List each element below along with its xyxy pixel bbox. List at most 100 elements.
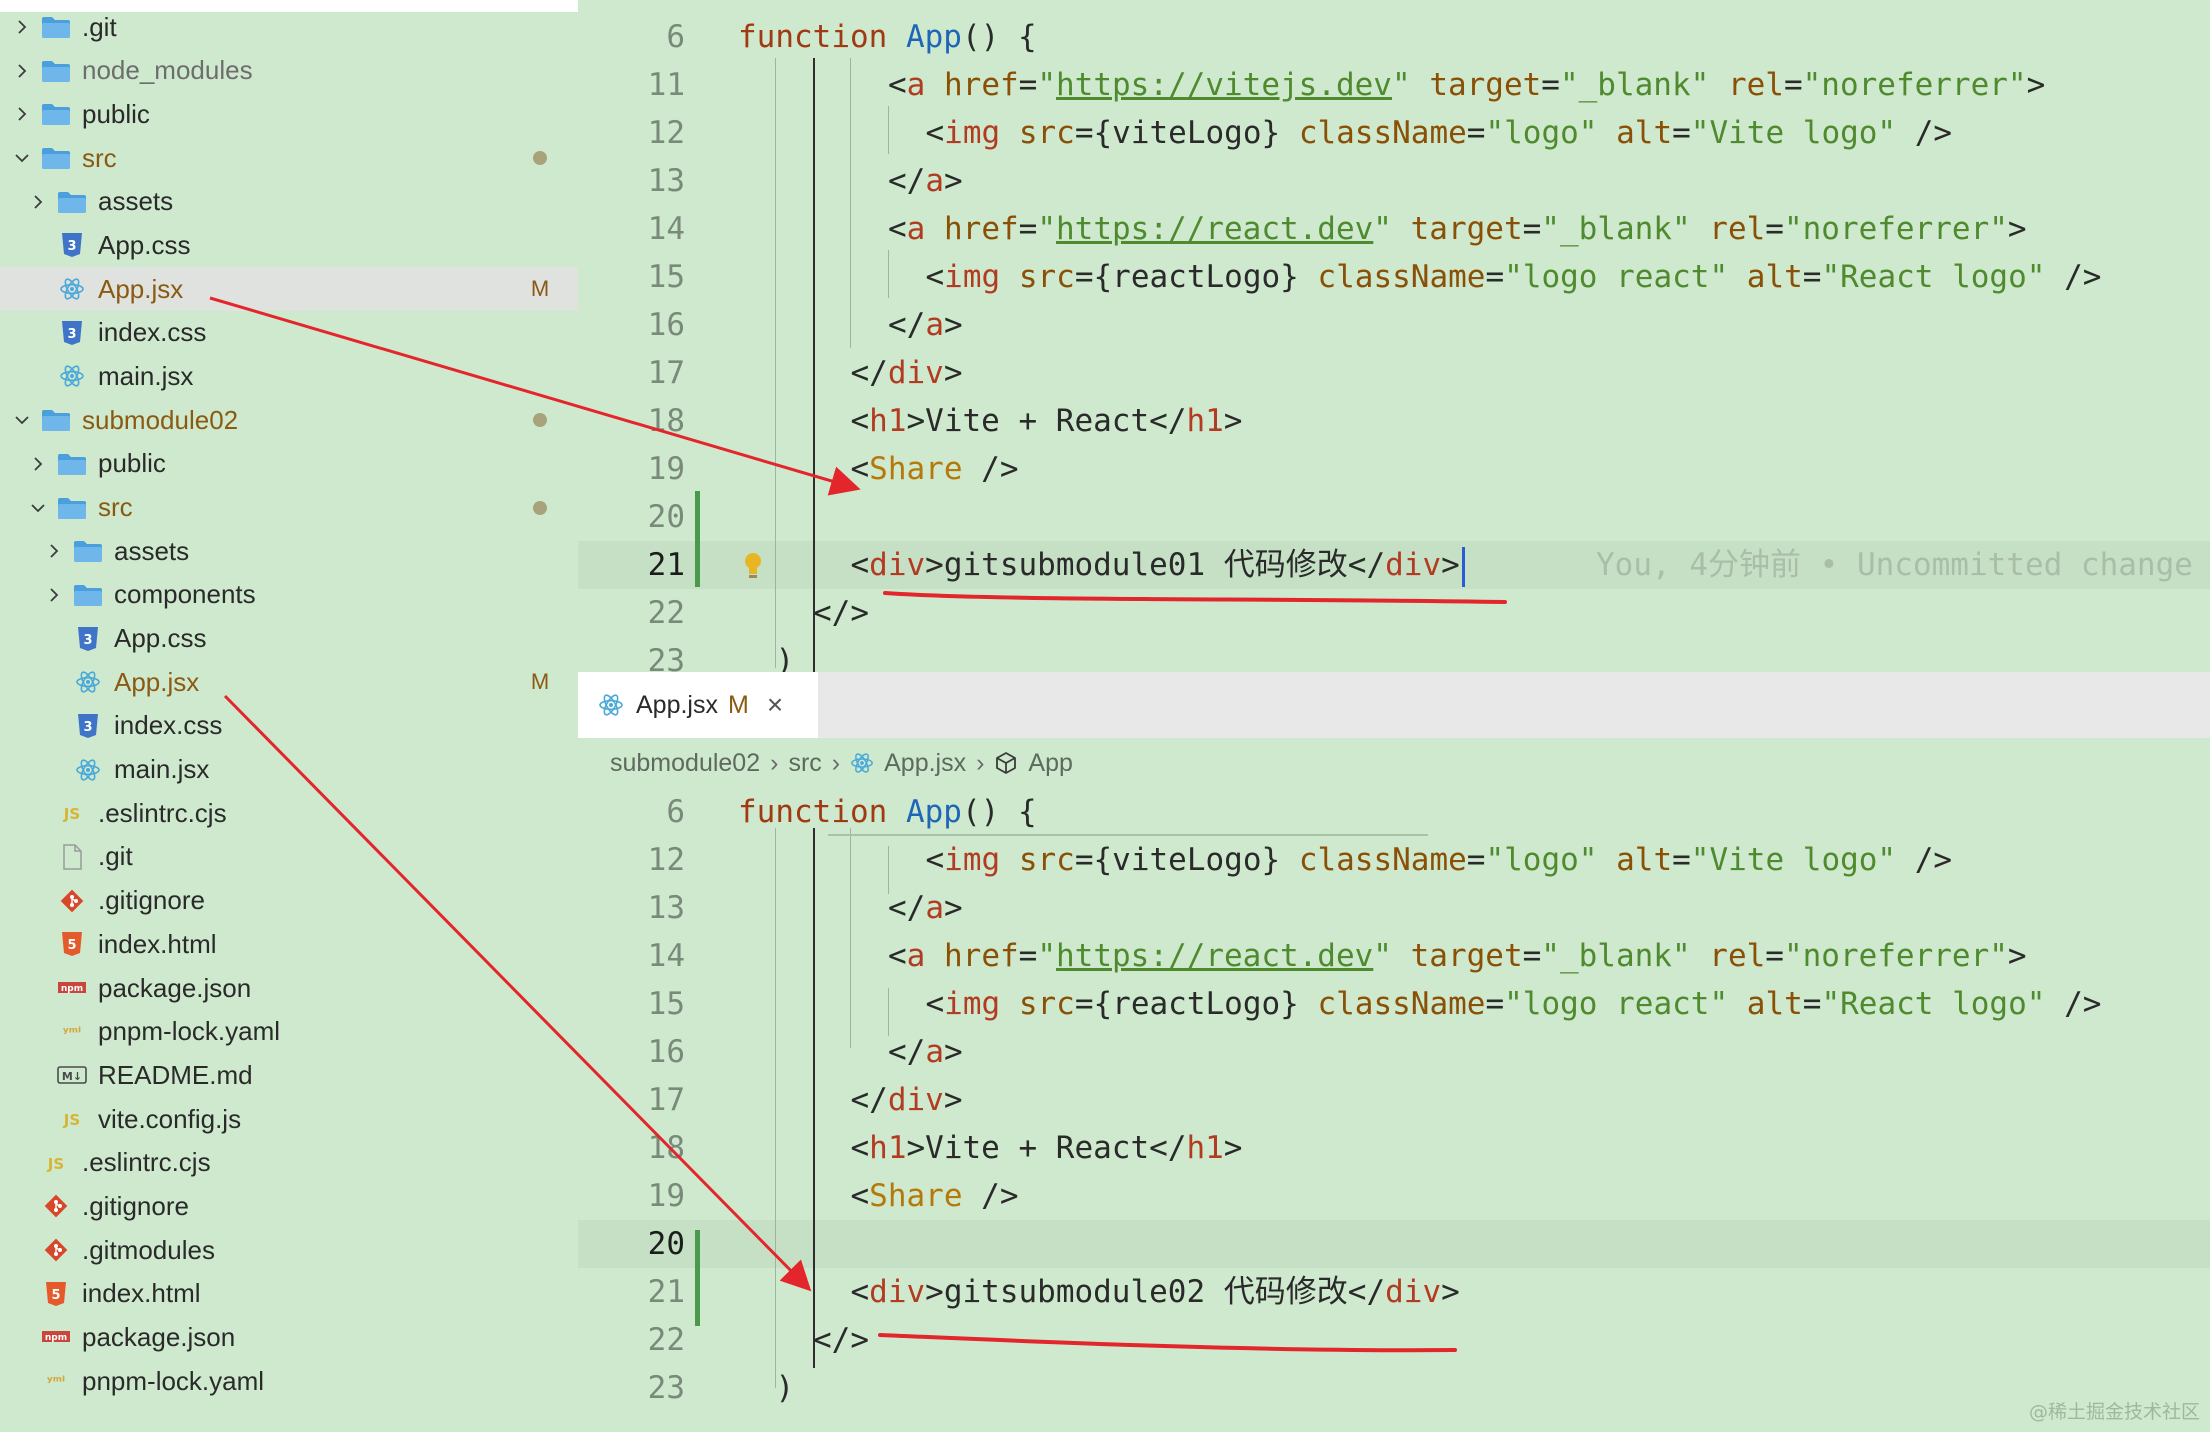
code-line[interactable]: 22 </> — [578, 1316, 2210, 1364]
code-token: /> — [1896, 115, 1953, 151]
code-line[interactable]: 16 </a> — [578, 1028, 2210, 1076]
code-token: h1 — [869, 403, 907, 439]
tree-file-readme-md[interactable]: M↓ README.md — [0, 1053, 578, 1097]
tree-file-gitignore[interactable]: .gitignore — [0, 879, 578, 923]
code-line[interactable]: 12 <img src={viteLogo} className="logo" a… — [578, 109, 2210, 157]
tree-folder-submodule02[interactable]: submodule02 — [0, 398, 578, 442]
code-line[interactable]: 20 — [578, 1220, 2210, 1268]
code-line[interactable]: 21 <div>gitsubmodule01 代码修改</div> You, 4分钟… — [578, 541, 2210, 589]
breadcrumb-item-app[interactable]: App — [1028, 749, 1072, 778]
tree-file-package-json[interactable]: npm package.json — [0, 1315, 578, 1359]
code-line[interactable]: 6 function App() { — [578, 788, 2210, 836]
chevron-right-icon[interactable] — [44, 537, 64, 565]
tree-file-index-html[interactable]: 5 index.html — [0, 922, 578, 966]
code-token: div — [869, 1274, 926, 1310]
code-token: /> — [962, 1178, 1019, 1214]
chevron-right-icon[interactable] — [44, 581, 64, 609]
tree-file-package-json[interactable]: npm package.json — [0, 966, 578, 1010]
line-number: 18 — [647, 1130, 685, 1166]
tree-folder-public[interactable]: public — [0, 442, 578, 486]
code-text: </div> — [851, 1076, 963, 1124]
code-token: = — [1018, 938, 1038, 974]
code-line[interactable]: 14 <a href="https://react.dev" target="_b… — [578, 205, 2210, 253]
breadcrumb-item-app-jsx[interactable]: App.jsx — [884, 749, 966, 778]
code-token: > — [1223, 403, 1243, 439]
code-line[interactable]: 19 <Share /> — [578, 445, 2210, 493]
tree-item-label: main.jsx — [114, 754, 210, 785]
tree-file-index-html[interactable]: 5 index.html — [0, 1272, 578, 1316]
code-line[interactable]: 21 <div>gitsubmodule02 代码修改</div> — [578, 1268, 2210, 1316]
code-line[interactable]: 20 — [578, 493, 2210, 541]
chevron-right-icon[interactable] — [28, 188, 48, 216]
code-line[interactable]: 15 <img src={reactLogo} className="logo r… — [578, 253, 2210, 301]
code-line[interactable]: 23) — [578, 637, 2210, 672]
code-line[interactable]: 11 <a href="https://vitejs.dev" target="_… — [578, 61, 2210, 109]
tree-file-app-jsx[interactable]: App.jsx M — [0, 267, 578, 312]
tree-folder-src[interactable]: src — [0, 486, 578, 530]
chevron-down-icon[interactable] — [12, 406, 32, 434]
tree-file-main-jsx[interactable]: main.jsx — [0, 748, 578, 792]
tree-file-eslintrc-cjs[interactable]: JS .eslintrc.cjs — [0, 791, 578, 835]
close-icon[interactable]: × — [767, 689, 783, 721]
code-line[interactable]: 18 <h1>Vite + React</h1> — [578, 397, 2210, 445]
chevron-right-icon[interactable] — [12, 100, 32, 128]
tree-file-app-css[interactable]: 3 App.css — [0, 223, 578, 267]
svg-text:3: 3 — [83, 633, 92, 648]
code-line[interactable]: 23) — [578, 1364, 2210, 1412]
css-file-icon: 3 — [56, 317, 88, 349]
lightbulb-icon[interactable] — [742, 547, 764, 595]
code-token: /> — [1896, 842, 1953, 878]
tree-file-eslintrc-cjs[interactable]: JS .eslintrc.cjs — [0, 1141, 578, 1185]
tree-file-pnpm-lock-yaml[interactable]: ʸᵐˡ pnpm-lock.yaml — [0, 1359, 578, 1403]
chevron-right-icon[interactable] — [12, 57, 32, 85]
tree-folder-node-modules[interactable]: node_modules — [0, 49, 578, 93]
code-line[interactable]: 18 <h1>Vite + React</h1> — [578, 1124, 2210, 1172]
tree-folder-assets[interactable]: assets — [0, 529, 578, 573]
tree-file-vite-config-js[interactable]: JS vite.config.js — [0, 1097, 578, 1141]
code-token: < — [850, 451, 870, 487]
code-line[interactable]: 15 <img src={reactLogo} className="logo r… — [578, 980, 2210, 1028]
chevron-right-icon[interactable] — [12, 13, 32, 41]
code-line[interactable]: 12 <img src={viteLogo} className="logo" a… — [578, 836, 2210, 884]
code-line[interactable]: 13 </a> — [578, 884, 2210, 932]
code-line[interactable]: 6 function App() { — [578, 13, 2210, 61]
code-token: < — [925, 259, 945, 295]
tree-file-app-css[interactable]: 3 App.css — [0, 617, 578, 661]
tree-file-pnpm-lock-yaml[interactable]: ʸᵐˡ pnpm-lock.yaml — [0, 1010, 578, 1054]
code-line[interactable]: 22 </> — [578, 589, 2210, 637]
code-line[interactable]: 17 </div> — [578, 1076, 2210, 1124]
tree-folder-public[interactable]: public — [0, 92, 578, 136]
code-line[interactable]: 13 </a> — [578, 157, 2210, 205]
tree-folder-git[interactable]: .git — [0, 5, 578, 49]
breadcrumb-item-src[interactable]: src — [788, 749, 821, 778]
tree-folder-src[interactable]: src — [0, 136, 578, 180]
tree-file-app-jsx[interactable]: App.jsx M — [0, 660, 578, 704]
code-line[interactable]: 16 </a> — [578, 301, 2210, 349]
folder-icon — [72, 535, 104, 567]
chevron-right-icon[interactable] — [28, 450, 48, 478]
editor-bottom-pane[interactable]: 6 function App() {12 <img src={viteLogo} c… — [578, 788, 2210, 1432]
code-token: > — [944, 307, 963, 343]
tree-file-git[interactable]: .git — [0, 835, 578, 879]
tree-file-gitignore[interactable]: .gitignore — [0, 1184, 578, 1228]
tree-file-index-css[interactable]: 3 index.css — [0, 704, 578, 748]
editor-top-pane[interactable]: 6 function App() {11 <a href="https://vite… — [578, 0, 2210, 672]
chevron-down-icon[interactable] — [12, 144, 32, 172]
tree-file-gitmodules[interactable]: .gitmodules — [0, 1228, 578, 1272]
chevron-down-icon[interactable] — [28, 494, 48, 522]
code-line[interactable]: 17 </div> — [578, 349, 2210, 397]
tree-file-main-jsx[interactable]: main.jsx — [0, 354, 578, 398]
code-token: </ — [888, 163, 926, 199]
code-line[interactable]: 14 <a href="https://react.dev" target="_b… — [578, 932, 2210, 980]
breadcrumb-item-submodule02[interactable]: submodule02 — [610, 749, 760, 778]
tree-file-index-css[interactable]: 3 index.css — [0, 311, 578, 355]
tree-folder-components[interactable]: components — [0, 573, 578, 617]
tab-app-jsx[interactable]: App.jsx M × — [578, 672, 818, 738]
code-line[interactable]: 19 <Share /> — [578, 1172, 2210, 1220]
tree-folder-assets[interactable]: assets — [0, 180, 578, 224]
code-token: > — [1223, 1130, 1243, 1166]
